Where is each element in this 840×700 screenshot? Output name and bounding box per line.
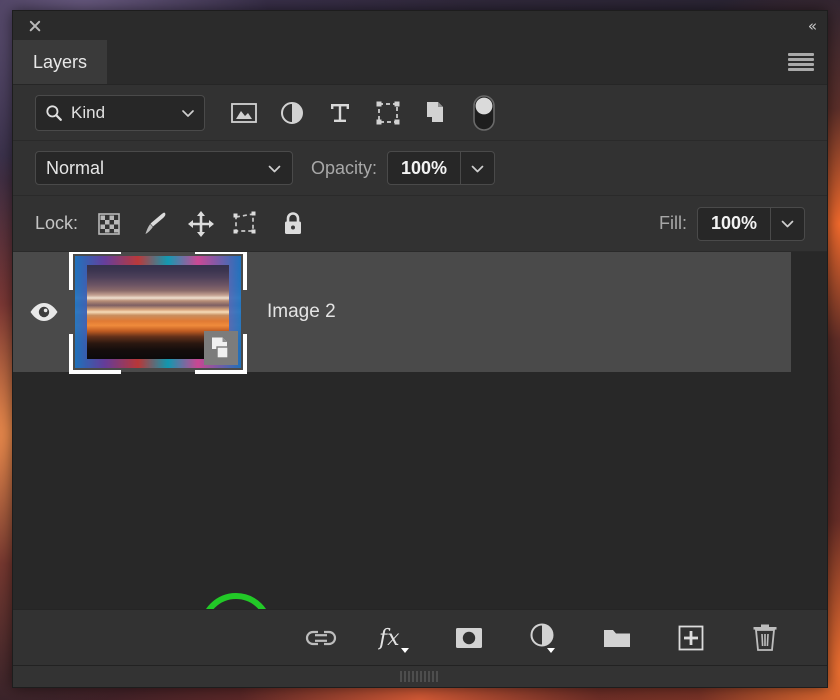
lock-options xyxy=(92,207,310,241)
opacity-field-group: 100% xyxy=(387,151,496,185)
lock-transparent-pixels-icon[interactable] xyxy=(92,207,126,241)
blend-mode-select[interactable]: Normal xyxy=(35,151,293,185)
new-group-icon[interactable] xyxy=(599,620,635,656)
blend-mode-row: Normal Opacity: 100% xyxy=(13,141,827,196)
lock-image-pixels-icon[interactable] xyxy=(138,207,172,241)
tab-layers[interactable]: Layers xyxy=(13,40,108,84)
smart-object-filter-icon[interactable] xyxy=(419,96,453,130)
smart-object-badge-icon[interactable] xyxy=(204,331,238,365)
layer-name-label[interactable]: Image 2 xyxy=(267,301,336,323)
chevron-down-icon xyxy=(267,161,282,176)
add-layer-mask-icon[interactable] xyxy=(451,620,487,656)
lock-label: Lock: xyxy=(35,213,79,233)
annotation-highlight-circle xyxy=(200,593,272,609)
layer-thumbnail[interactable] xyxy=(75,256,241,368)
tab-layers-label: Layers xyxy=(33,51,88,72)
lock-all-icon[interactable] xyxy=(276,207,310,241)
layers-bottom-toolbar: fx xyxy=(13,609,827,665)
opacity-input[interactable]: 100% xyxy=(388,152,460,184)
panel-tabstrip: Layers xyxy=(13,40,827,85)
new-layer-icon[interactable] xyxy=(673,620,709,656)
opacity-label: Opacity: xyxy=(311,157,378,178)
layer-thumbnail-wrap[interactable] xyxy=(69,252,247,374)
delete-layer-icon[interactable] xyxy=(747,620,783,656)
close-icon[interactable] xyxy=(27,18,43,34)
filter-toggle-switch[interactable] xyxy=(467,94,501,131)
grip-lines-icon xyxy=(400,671,440,682)
fill-field-group: 100% xyxy=(697,206,805,241)
panel-resize-grip[interactable] xyxy=(13,665,827,687)
new-fill-adjustment-layer-icon[interactable] xyxy=(525,620,561,656)
fill-chevron-down-icon[interactable] xyxy=(770,207,804,240)
opacity-chevron-down-icon[interactable] xyxy=(460,152,494,184)
filter-kind-select[interactable]: Kind xyxy=(35,94,205,131)
fill-label: Fill: xyxy=(659,213,687,233)
adjustment-layer-filter-icon[interactable] xyxy=(275,96,309,130)
collapse-panel-icon[interactable]: « xyxy=(808,17,817,35)
blend-mode-value: Normal xyxy=(46,157,105,178)
pixel-layer-filter-icon[interactable] xyxy=(227,96,261,130)
search-icon xyxy=(45,104,63,122)
panel-titlebar: « xyxy=(13,11,827,40)
fill-input[interactable]: 100% xyxy=(698,208,770,240)
layer-filter-row: Kind xyxy=(13,85,827,141)
shape-layer-filter-icon[interactable] xyxy=(371,96,405,130)
eye-icon xyxy=(29,302,59,322)
chevron-down-icon xyxy=(181,106,195,120)
type-layer-filter-icon[interactable] xyxy=(323,96,357,130)
layer-list[interactable]: Image 2 xyxy=(13,252,827,609)
layer-row[interactable]: Image 2 xyxy=(13,252,791,374)
layer-style-fx-icon[interactable]: fx xyxy=(377,620,413,656)
hamburger-menu-icon[interactable] xyxy=(788,53,814,71)
filter-type-icons xyxy=(227,94,501,131)
layers-panel: « Layers Kind Normal Opacity: 100% Lock:… xyxy=(12,10,828,688)
lock-position-icon[interactable] xyxy=(184,207,218,241)
layer-visibility-toggle[interactable] xyxy=(13,302,75,322)
lock-artboard-nesting-icon[interactable] xyxy=(230,207,264,241)
svg-text:fx: fx xyxy=(378,626,400,651)
lock-row: Lock: Fill: 100% xyxy=(13,196,827,252)
filter-kind-value: Kind xyxy=(71,102,106,122)
link-layers-icon[interactable] xyxy=(303,620,339,656)
